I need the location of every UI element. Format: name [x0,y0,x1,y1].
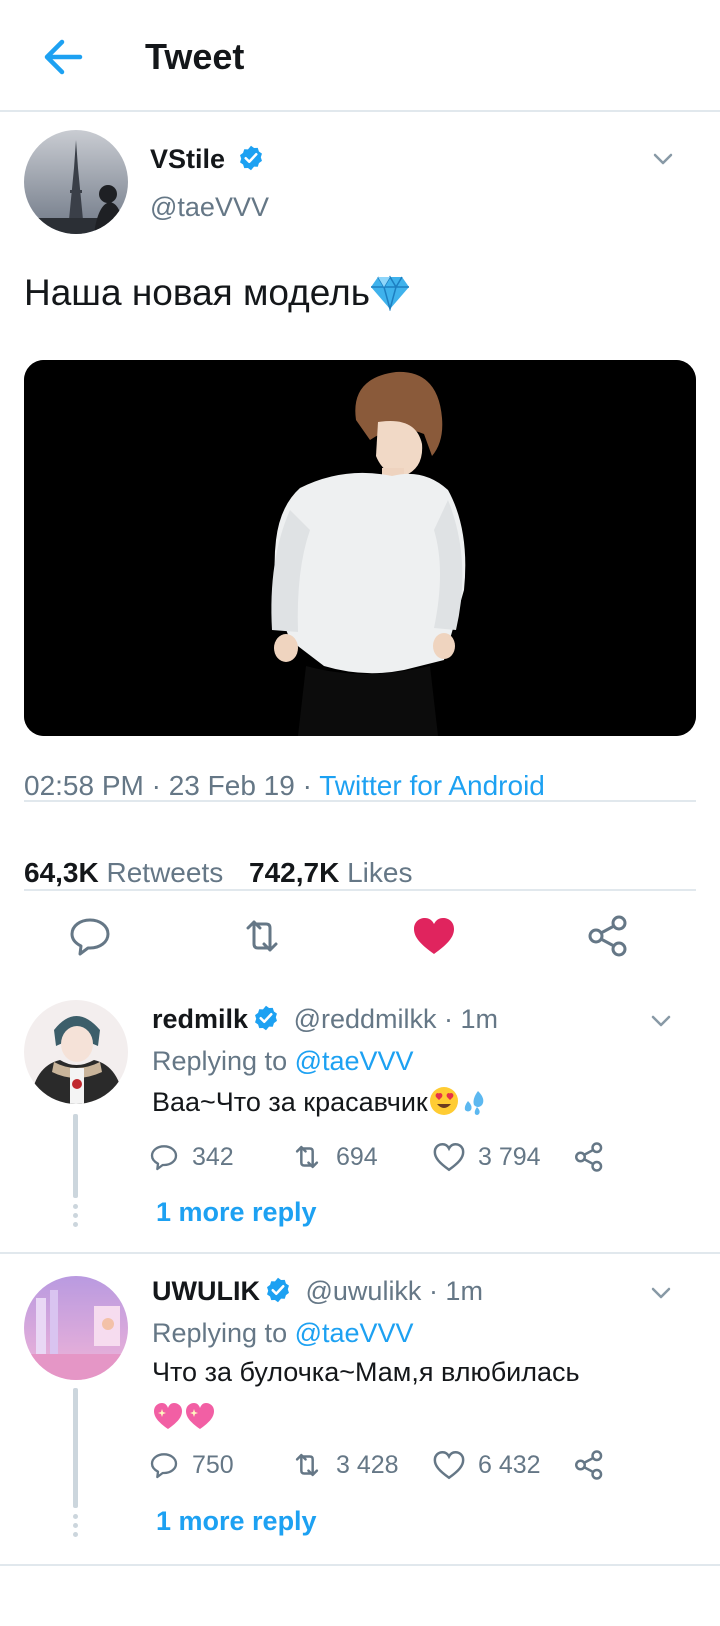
thread-line [73,1388,78,1508]
author-name[interactable]: VStile [150,144,265,179]
replying-prefix: Replying to [152,1318,295,1348]
divider [24,800,696,802]
replying-prefix: Replying to [152,1046,295,1076]
top-app-bar: Tweet [0,0,720,112]
sparkling-heart-emoji-icon [152,1400,184,1444]
reply-icon[interactable] [66,912,114,960]
retweets-label: Retweets [106,857,224,888]
reply-count: 342 [192,1142,234,1171]
like-heart-filled-icon[interactable] [410,912,458,960]
more-replies-link[interactable]: 1 more reply [156,1197,317,1228]
thread-dots [73,1204,78,1231]
reply-author-name[interactable]: redmilk [152,1004,248,1034]
author-avatar[interactable] [24,130,128,234]
sweat-droplets-emoji-icon [460,1086,490,1130]
reply-avatar[interactable] [24,1000,128,1104]
share-icon[interactable] [584,912,632,960]
retweet-count: 3 428 [336,1450,399,1479]
tweet-source-link[interactable]: Twitter for Android [319,770,545,801]
reply-button[interactable]: 342 [148,1140,234,1174]
replying-to: Replying to @taeVVV [152,1046,414,1077]
reply-handle-time: @reddmilkk · 1m [293,1004,499,1034]
reply-header: redmilk @reddmilkk · 1m [152,1004,498,1039]
replying-mention[interactable]: @taeVVV [295,1046,414,1076]
share-icon[interactable] [572,1448,618,1482]
likes-count: 742,7K [249,857,340,888]
retweet-button[interactable]: 694 [290,1140,378,1174]
like-button[interactable]: 3 794 [432,1140,541,1174]
reply-text: Что за булочка~Мам,я влюбилась [152,1350,580,1444]
thread-line [73,1114,78,1198]
retweets-count: 64,3K [24,857,99,888]
reply-emoji-line [152,1394,580,1444]
replying-mention[interactable]: @taeVVV [295,1318,414,1348]
tweet-text: Наша новая модель [24,272,410,320]
heart-eyes-emoji-icon [428,1085,460,1130]
tweet-meta: 02:58 PM · 23 Feb 19 · Twitter for Andro… [24,770,545,802]
reply-count: 750 [192,1450,234,1479]
like-count: 3 794 [478,1142,541,1171]
reply-text: Ваа~Что за красавчик [152,1080,490,1130]
reply-text-content: Ваа~Что за красавчик [152,1087,428,1117]
like-count: 6 432 [478,1450,541,1479]
verified-badge-icon [252,1004,280,1039]
chevron-down-icon[interactable] [648,1280,674,1306]
author-name-text: VStile [150,144,226,174]
tweet-timestamp: 02:58 PM · 23 Feb 19 · [24,770,320,801]
divider [0,1252,720,1254]
gem-emoji-icon [370,275,410,320]
share-icon[interactable] [572,1140,618,1174]
more-replies-link[interactable]: 1 more reply [156,1506,317,1537]
replying-to: Replying to @taeVVV [152,1318,414,1349]
thread-dots [73,1514,78,1541]
sparkling-heart-emoji-icon [184,1400,216,1444]
tweet-media-image[interactable] [24,360,696,736]
retweet-count: 694 [336,1142,378,1171]
verified-badge-icon [264,1276,292,1311]
like-button[interactable]: 6 432 [432,1448,541,1482]
verified-badge-icon [237,144,265,179]
author-handle[interactable]: @taeVVV [150,192,269,223]
tweet-text-content: Наша новая модель [24,272,370,313]
reply-button[interactable]: 750 [148,1448,234,1482]
chevron-down-icon[interactable] [648,1008,674,1034]
reply-header: UWULIK @uwulikk · 1m [152,1276,483,1311]
reply-handle-time: @uwulikk · 1m [305,1276,483,1306]
tweet-stats: 64,3K Retweets 742,7K Likes [24,857,412,889]
likes-label: Likes [347,857,413,888]
retweet-icon[interactable] [238,912,286,960]
reply-author-name[interactable]: UWULIK [152,1276,260,1306]
back-arrow-icon[interactable] [38,32,88,82]
retweet-button[interactable]: 3 428 [290,1448,399,1482]
reply-avatar[interactable] [24,1276,128,1380]
reply-text-content: Что за булочка~Мам,я влюбилась [152,1357,580,1387]
divider [0,1564,720,1566]
retweets-stat[interactable]: 64,3K Retweets [24,857,223,888]
page-title: Tweet [145,36,245,77]
divider [24,889,696,891]
chevron-down-icon[interactable] [650,146,676,172]
likes-stat[interactable]: 742,7K Likes [249,857,412,888]
